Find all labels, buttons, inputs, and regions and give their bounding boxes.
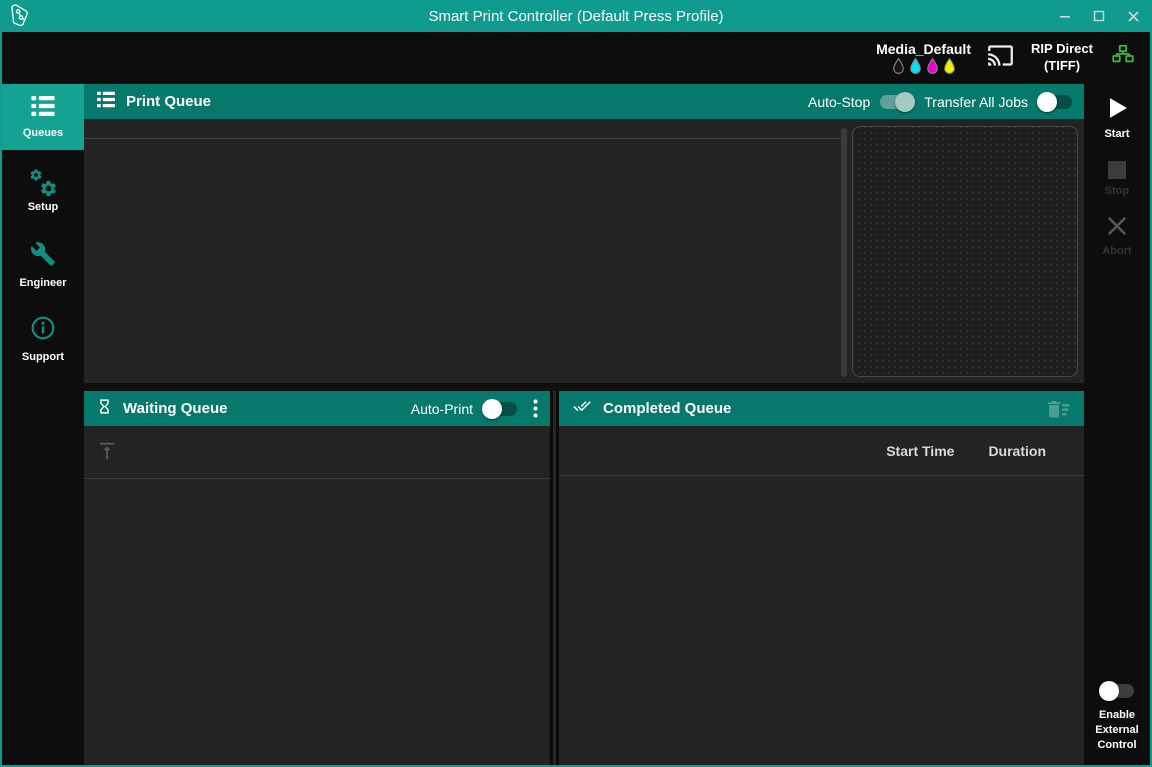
completed-queue-panel: Completed Queue [559, 391, 1084, 765]
waiting-queue-header: Waiting Queue Auto-Print [84, 391, 550, 426]
completed-queue-header: Completed Queue [559, 391, 1084, 426]
transfer-all-jobs-toggle[interactable] [1038, 95, 1072, 109]
transfer-all-jobs-label: Transfer All Jobs [924, 94, 1028, 110]
auto-stop-label: Auto-Stop [808, 94, 870, 110]
enable-external-control-toggle[interactable] [1100, 684, 1134, 698]
waiting-queue-menu-icon[interactable] [533, 399, 538, 418]
waiting-queue-title: Waiting Queue [123, 400, 227, 417]
abort-x-icon [1104, 213, 1130, 239]
auto-print-toggle[interactable] [483, 402, 517, 416]
sidebar-item-engineer[interactable]: Engineer [2, 232, 84, 298]
sidebar-nav: Queues Setup Engineer [2, 32, 84, 765]
panel-gap [84, 383, 1084, 391]
print-queue-scrollbar[interactable] [841, 128, 847, 377]
sidebar-item-setup[interactable]: Setup [2, 158, 84, 224]
sidebar-item-label: Engineer [19, 277, 66, 289]
rip-mode-label: RIP Direct (TIFF) [1030, 41, 1094, 75]
stop-icon [1108, 161, 1126, 179]
completed-queue-title: Completed Queue [603, 400, 731, 417]
sidebar-item-support[interactable]: Support [2, 306, 84, 372]
media-profile: Media_Default [876, 41, 971, 75]
move-to-top-icon[interactable] [96, 440, 118, 467]
ink-cyan-icon [909, 58, 922, 75]
enable-external-control-label: Enable External Control [1089, 708, 1145, 753]
queues-list-icon [30, 95, 56, 122]
info-icon [30, 315, 56, 346]
press-preview-area [852, 126, 1078, 377]
network-status-icon [1110, 43, 1136, 74]
waiting-queue-list[interactable] [84, 426, 550, 765]
press-controls-rail: Start Stop Abort Enable External Control [1084, 84, 1150, 765]
print-queue-title: Print Queue [126, 93, 211, 110]
close-button[interactable] [1116, 0, 1150, 32]
print-queue-header: Print Queue Auto-Stop Transfer All Jobs [84, 84, 1084, 119]
waiting-queue-divider [84, 478, 550, 479]
print-queue-list[interactable] [84, 119, 841, 383]
media-name: Media_Default [876, 41, 971, 57]
minimize-button[interactable] [1048, 0, 1082, 32]
hourglass-icon [96, 397, 113, 421]
column-duration: Duration [988, 443, 1046, 459]
window-title: Smart Print Controller (Default Press Pr… [2, 8, 1150, 25]
start-label: Start [1104, 128, 1129, 140]
wrench-icon [30, 241, 56, 272]
abort-label: Abort [1102, 245, 1131, 257]
stop-button: Stop [1105, 156, 1129, 197]
ink-black-icon [892, 58, 905, 75]
waiting-queue-panel: Waiting Queue Auto-Print [84, 391, 550, 765]
stop-label: Stop [1105, 185, 1129, 197]
sidebar-item-label: Queues [23, 127, 63, 139]
app-window: Smart Print Controller (Default Press Pr… [0, 0, 1152, 767]
title-bar: Smart Print Controller (Default Press Pr… [2, 0, 1150, 32]
column-start-time: Start Time [886, 443, 954, 459]
queue-splitter[interactable] [550, 391, 559, 765]
print-queue-panel: Print Queue Auto-Stop Transfer All Jobs [84, 84, 1084, 383]
start-button[interactable]: Start [1103, 94, 1131, 140]
sidebar-item-label: Setup [28, 201, 59, 213]
auto-stop-toggle[interactable] [880, 95, 914, 109]
completed-queue-list[interactable] [559, 476, 1084, 765]
auto-print-label: Auto-Print [411, 401, 473, 417]
maximize-button[interactable] [1082, 0, 1116, 32]
done-all-icon [571, 397, 593, 420]
play-icon [1103, 94, 1131, 122]
sidebar-item-queues[interactable]: Queues [2, 84, 84, 150]
cast-icon [987, 42, 1014, 74]
sidebar-item-label: Support [22, 351, 64, 363]
completed-queue-column-headers: Start Time Duration [559, 426, 1084, 476]
list-header-divider [84, 138, 841, 139]
abort-button: Abort [1102, 213, 1131, 257]
app-logo-icon [7, 2, 37, 30]
clear-completed-icon[interactable] [1045, 399, 1072, 419]
ink-yellow-icon [943, 58, 956, 75]
ink-drops [892, 58, 956, 75]
gears-icon [28, 170, 58, 196]
print-queue-icon [96, 91, 116, 113]
external-control-block: Enable External Control [1089, 684, 1145, 753]
status-strip: Media_Default RIP Direct (TIFF) [84, 32, 1150, 84]
ink-magenta-icon [926, 58, 939, 75]
